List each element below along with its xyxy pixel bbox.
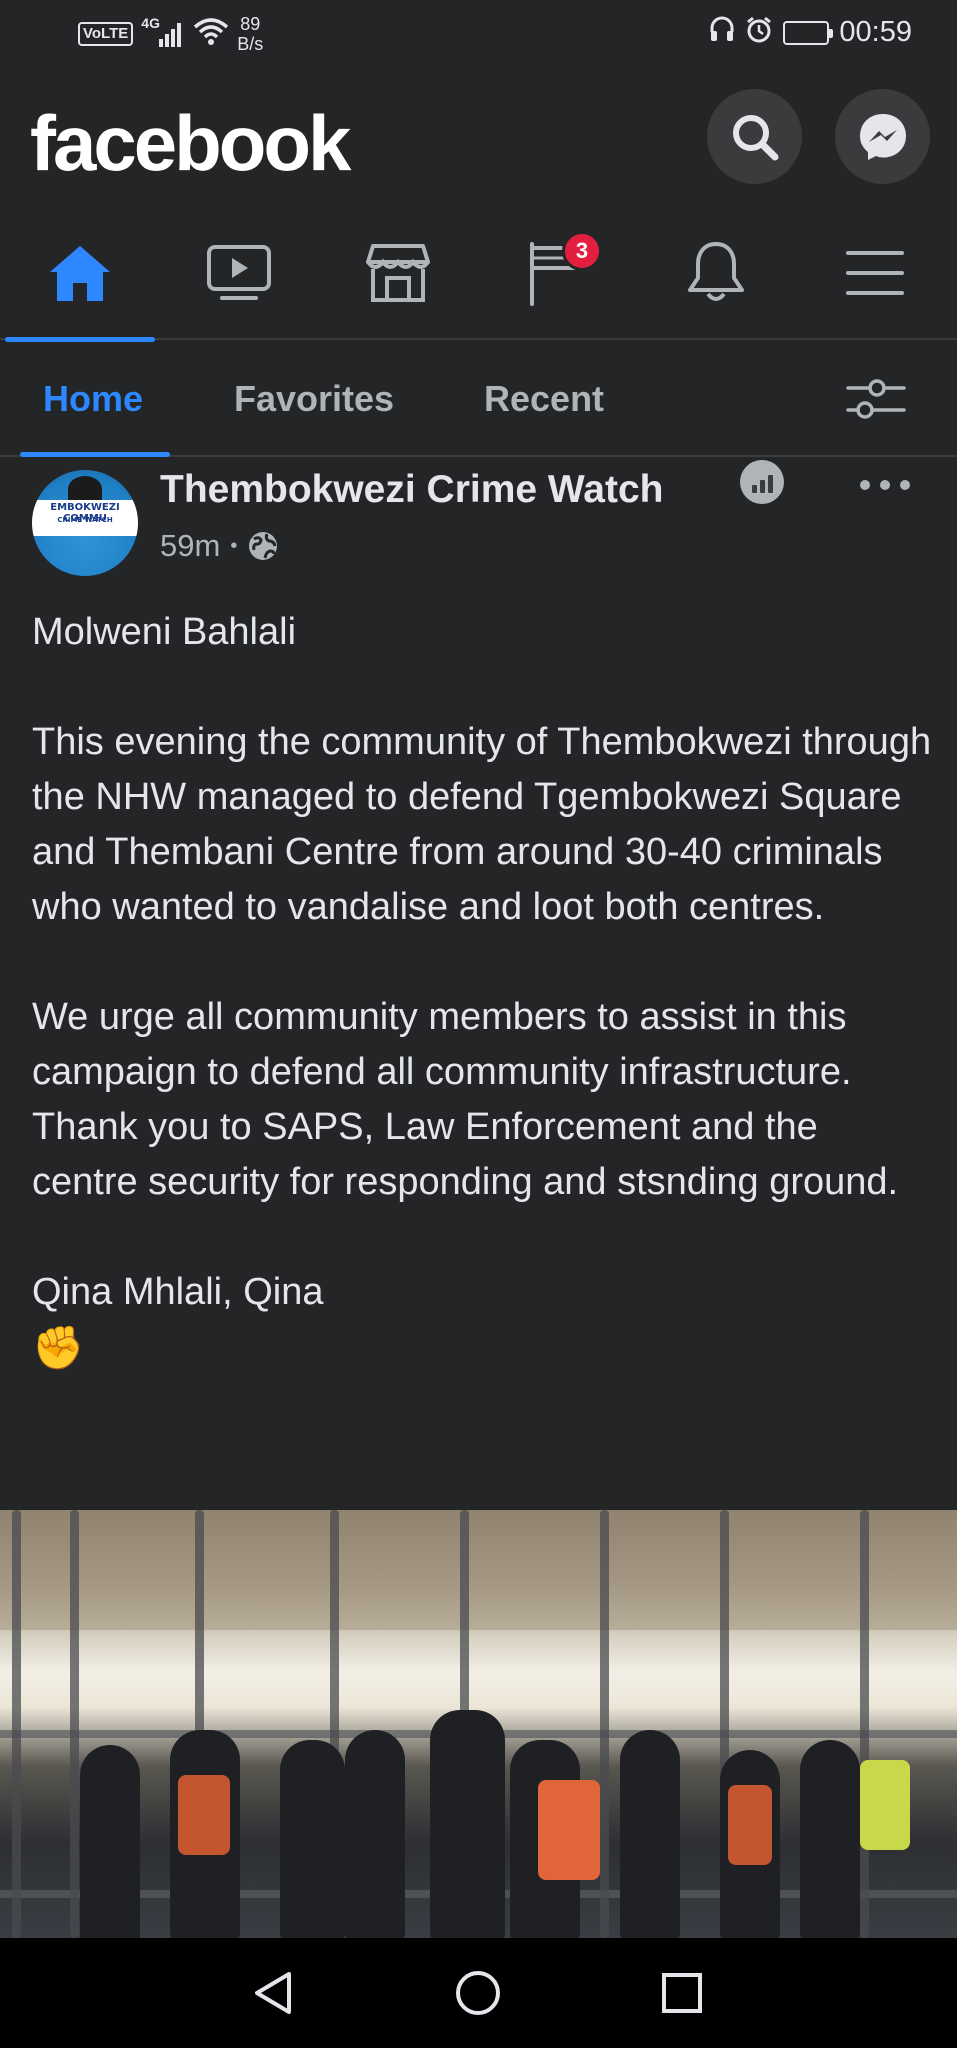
recents-button[interactable] xyxy=(657,1968,707,2018)
post-paragraph: Qina Mhlali, Qina xyxy=(32,1271,324,1313)
nav-menu[interactable] xyxy=(800,205,950,340)
video-vest xyxy=(178,1775,230,1855)
filter-icon[interactable] xyxy=(846,374,906,424)
video-pole xyxy=(860,1510,869,1938)
video-vest xyxy=(538,1780,600,1880)
more-options-icon[interactable] xyxy=(860,470,910,500)
system-navigation-bar xyxy=(0,1938,957,2048)
video-person xyxy=(345,1730,405,1938)
facebook-logo: facebook xyxy=(30,99,351,187)
post-time[interactable]: 59m xyxy=(160,528,220,564)
video-vest xyxy=(860,1760,910,1850)
feed-tabs: Home Favorites Recent xyxy=(0,342,957,457)
main-nav: 3 xyxy=(0,205,957,342)
more-dot xyxy=(900,480,910,490)
speed-unit: B/s xyxy=(237,34,264,54)
insights-bar xyxy=(767,475,773,493)
insights-bar xyxy=(751,485,757,493)
video-pole xyxy=(70,1510,79,1938)
post-text: Molweni Bahlali This evening the communi… xyxy=(32,605,932,1375)
nav-watch[interactable] xyxy=(164,205,314,340)
home-nav-button[interactable] xyxy=(453,1968,503,2018)
speed-value: 89 xyxy=(240,14,261,34)
nav-notifications[interactable] xyxy=(641,205,791,340)
bell-icon xyxy=(688,241,744,301)
tab-home[interactable]: Home xyxy=(43,378,143,420)
status-right: 00:59 xyxy=(709,16,912,49)
insights-icon[interactable] xyxy=(740,460,784,504)
status-time: 00:59 xyxy=(839,16,912,48)
video-person xyxy=(800,1740,860,1938)
nav-pages[interactable]: 3 xyxy=(482,205,632,340)
signal-icon: 4G xyxy=(141,15,185,49)
back-button[interactable] xyxy=(248,1968,298,2018)
circle-home-icon xyxy=(456,1971,500,2015)
battery-icon xyxy=(783,20,834,45)
nav-home[interactable] xyxy=(5,205,155,342)
square-recents-icon xyxy=(662,1973,702,2013)
messenger-icon xyxy=(859,113,906,160)
more-dot xyxy=(860,480,870,490)
globe-icon xyxy=(249,532,278,560)
post-meta: 59m • xyxy=(160,528,279,564)
post-paragraph: Molweni Bahlali xyxy=(32,611,297,653)
app-header: facebook xyxy=(0,70,957,200)
home-icon xyxy=(50,245,110,301)
post-header: EMBOKWEZI COMMU CRIME WATCH Thembokwezi … xyxy=(0,460,957,580)
page-avatar[interactable]: EMBOKWEZI COMMU CRIME WATCH xyxy=(32,470,138,576)
tab-recent[interactable]: Recent xyxy=(484,378,604,420)
tab-favorites[interactable]: Favorites xyxy=(234,378,394,420)
avatar-eye-graphic xyxy=(68,476,102,502)
active-tab-indicator xyxy=(20,452,170,457)
back-icon xyxy=(255,1972,291,2014)
post-paragraph: This evening the community of Thembokwez… xyxy=(32,721,932,928)
nav-marketplace[interactable] xyxy=(323,205,473,340)
video-pole xyxy=(12,1510,21,1938)
headset-icon xyxy=(709,16,735,49)
wifi-icon xyxy=(193,17,229,52)
status-bar: VoLTE 4G 89 B/s 00:59 xyxy=(0,0,957,70)
insights-bar xyxy=(759,480,765,493)
fist-emoji: ✊ xyxy=(32,1324,85,1371)
video-person xyxy=(80,1745,140,1938)
page-name[interactable]: Thembokwezi Crime Watch xyxy=(160,468,663,512)
post-video[interactable] xyxy=(0,1510,957,1938)
video-person xyxy=(620,1730,680,1938)
more-dot xyxy=(880,480,890,490)
video-pole xyxy=(600,1510,609,1938)
meta-separator: • xyxy=(230,534,238,557)
volte-indicator: VoLTE xyxy=(78,22,134,46)
video-icon xyxy=(207,244,271,300)
video-person xyxy=(280,1740,345,1938)
store-icon xyxy=(366,243,430,302)
network-speed: 89 B/s xyxy=(237,14,263,54)
avatar-subtext: CRIME WATCH xyxy=(57,516,113,524)
search-icon xyxy=(732,114,778,160)
messenger-button[interactable] xyxy=(835,89,930,184)
menu-icon xyxy=(846,250,904,295)
alarm-icon xyxy=(745,16,773,49)
pages-badge: 3 xyxy=(562,231,602,271)
post-paragraph: We urge all community members to assist … xyxy=(32,996,899,1203)
video-vest xyxy=(728,1785,772,1865)
search-button[interactable] xyxy=(707,89,802,184)
video-person xyxy=(430,1710,505,1938)
status-left: VoLTE 4G 89 B/s xyxy=(78,14,263,54)
video-canopy xyxy=(0,1510,957,1630)
